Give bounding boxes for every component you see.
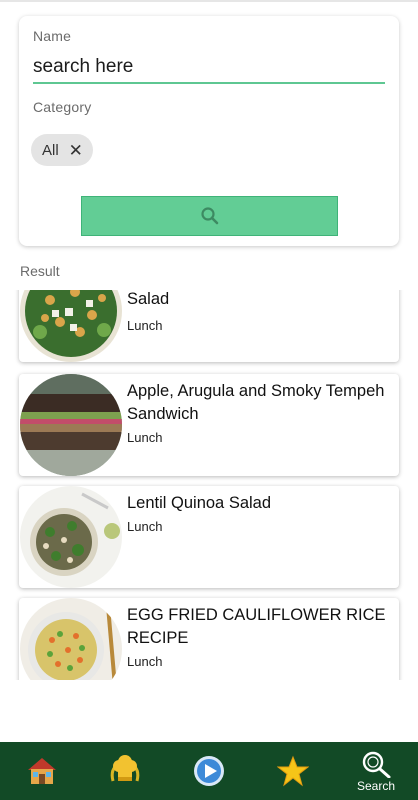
bottom-nav: Search xyxy=(0,742,418,800)
list-item[interactable]: EGG FRIED CAULIFLOWER RICE RECIPE Lunch xyxy=(19,598,399,680)
list-item[interactable]: Salad Lunch xyxy=(19,290,399,362)
category-label: Category xyxy=(33,99,92,115)
search-icon xyxy=(362,751,391,778)
name-label: Name xyxy=(33,28,72,44)
nav-recipes[interactable] xyxy=(95,742,155,800)
salad-image xyxy=(20,290,122,362)
nav-videos[interactable] xyxy=(179,742,239,800)
nav-favorites[interactable] xyxy=(263,742,323,800)
category-chip-label: All xyxy=(42,141,59,159)
sandwich-image xyxy=(20,374,122,476)
recipe-title: Lentil Quinoa Salad xyxy=(127,494,272,512)
results-list[interactable]: Salad Lunch Apple, Arugula and Smoky Tem… xyxy=(0,290,418,680)
search-icon xyxy=(200,207,218,225)
lentil-salad-image xyxy=(20,486,122,588)
chef-hat-icon xyxy=(110,755,140,782)
house-icon xyxy=(28,758,56,784)
recipe-title: Salad xyxy=(127,290,170,308)
result-label: Result xyxy=(20,263,60,279)
search-button[interactable] xyxy=(81,196,338,236)
recipe-category: Lunch xyxy=(127,318,163,333)
recipe-category: Lunch xyxy=(127,519,163,534)
recipe-category: Lunch xyxy=(127,654,163,669)
recipe-title: Apple, Arugula and Smoky Tempeh Sandwich xyxy=(127,382,385,423)
search-panel: Name Category All ✕ xyxy=(19,16,399,246)
recipe-title: EGG FRIED CAULIFLOWER RICE RECIPE xyxy=(127,606,386,647)
star-icon xyxy=(277,755,309,787)
cauliflower-rice-image xyxy=(20,598,122,680)
nav-home[interactable] xyxy=(12,742,72,800)
list-item[interactable]: Apple, Arugula and Smoky Tempeh Sandwich… xyxy=(19,374,399,476)
recipe-category: Lunch xyxy=(127,430,163,445)
top-divider xyxy=(0,0,418,2)
list-item[interactable]: Lentil Quinoa Salad Lunch xyxy=(19,486,399,588)
name-search-input[interactable] xyxy=(33,52,385,84)
play-icon xyxy=(194,756,224,786)
category-chip-all[interactable]: All ✕ xyxy=(31,134,93,166)
nav-search[interactable]: Search xyxy=(346,742,406,800)
nav-search-label: Search xyxy=(356,778,396,793)
close-icon[interactable]: ✕ xyxy=(69,142,83,159)
